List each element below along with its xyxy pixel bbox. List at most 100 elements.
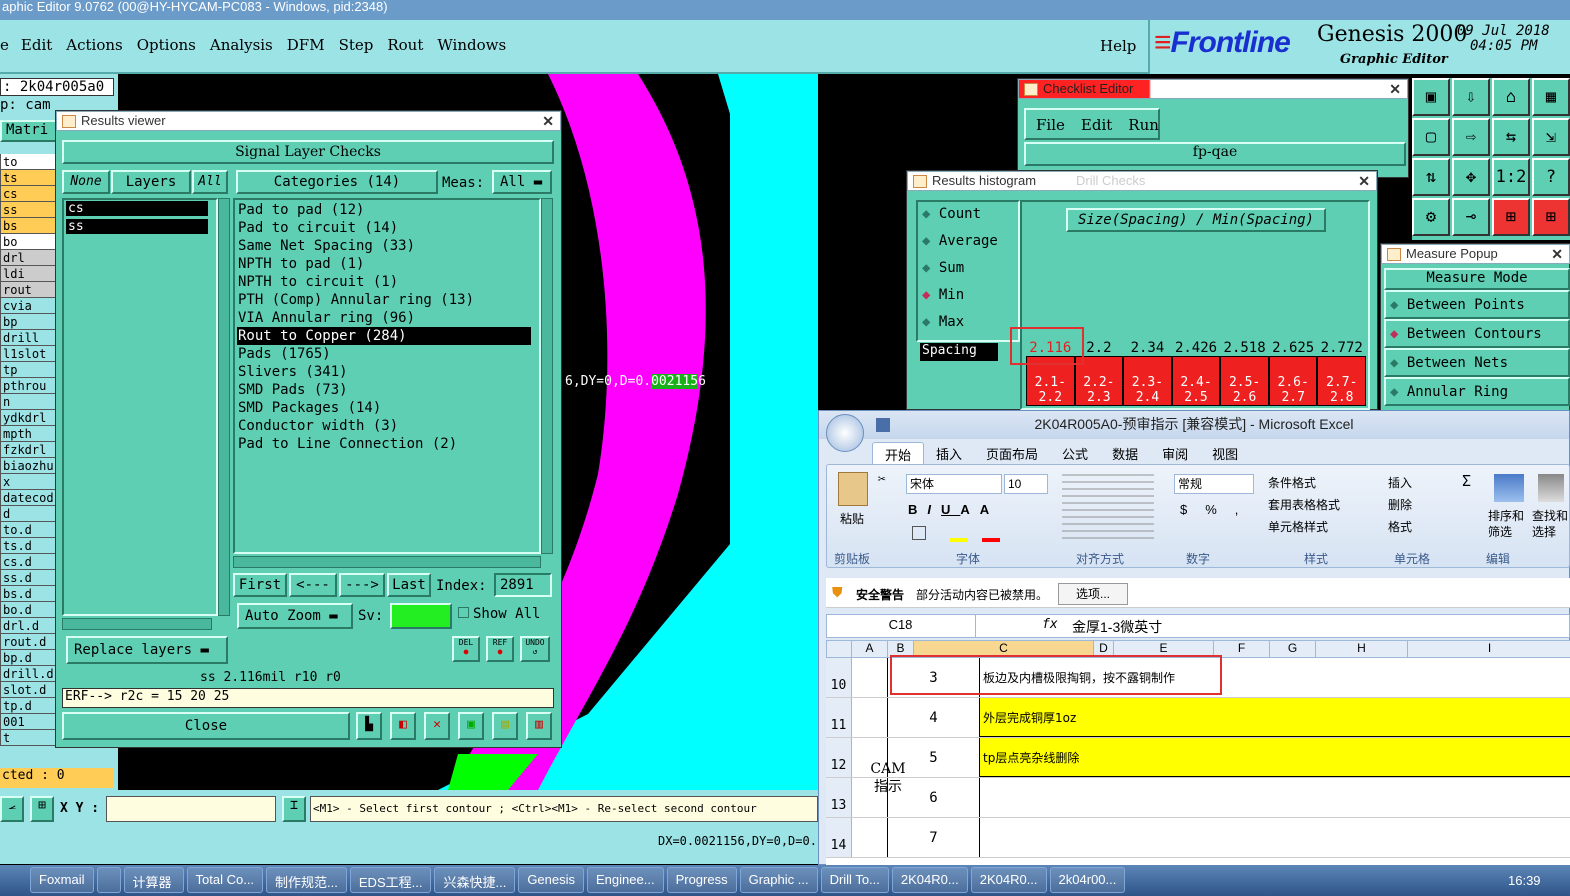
layer-item[interactable]: bs.d [0, 586, 58, 602]
tool-icon-1[interactable]: ▙ [356, 712, 382, 740]
histogram-option[interactable]: ◆ Count [922, 206, 998, 233]
grow-font-button[interactable]: A [960, 502, 979, 517]
layer-item[interactable]: cs [0, 186, 58, 202]
rv-layer-item[interactable]: cs [66, 201, 208, 216]
row-header[interactable]: 14 [826, 818, 852, 857]
close-icon[interactable]: ✕ [542, 112, 554, 130]
sort-icon[interactable] [1494, 474, 1524, 502]
tool-icon-3[interactable]: ✕ [424, 712, 450, 740]
menu-item[interactable]: Options [137, 36, 196, 54]
fill-color-icon[interactable] [950, 538, 968, 542]
layer-item[interactable]: rout.d [0, 634, 58, 650]
rv-category-item[interactable]: Pad to circuit (14) [237, 219, 531, 237]
rv-category-hscroll[interactable] [233, 556, 541, 568]
histogram-field[interactable]: Spacing [920, 343, 998, 361]
close-button[interactable]: Close [62, 712, 350, 740]
rv-category-item[interactable]: Pad to Line Connection (2) [237, 435, 531, 453]
layer-item[interactable]: cs.d [0, 554, 58, 570]
layer-item[interactable]: fzkdrl [0, 442, 58, 458]
layer-item[interactable]: to.d [0, 522, 58, 538]
underline-button[interactable]: U [941, 502, 960, 517]
close-icon[interactable]: ✕ [1389, 80, 1401, 98]
rv-category-item[interactable]: SMD Pads (73) [237, 381, 531, 399]
ribbon-tab[interactable]: 页面布局 [974, 442, 1050, 466]
rv-category-item[interactable]: NPTH to pad (1) [237, 255, 531, 273]
layer-item[interactable]: tp.d [0, 698, 58, 714]
measure-option[interactable]: ◆ Between Contours [1384, 319, 1570, 348]
layer-item[interactable]: n [0, 394, 58, 410]
tool-icon-4[interactable]: ▣ [458, 712, 484, 740]
rv-category-item[interactable]: NPTH to circuit (1) [237, 273, 531, 291]
style-command[interactable]: 套用表格格式 [1268, 494, 1340, 516]
column-header[interactable]: H [1316, 640, 1408, 658]
taskbar-item[interactable]: EDS工程... [349, 867, 432, 893]
layer-item[interactable]: ts [0, 170, 58, 186]
tool-button-icon[interactable]: ▣ [1412, 78, 1450, 116]
bold-button[interactable]: B [908, 502, 927, 517]
layer-item[interactable]: d [0, 506, 58, 522]
taskbar-item[interactable] [96, 867, 121, 893]
ref-button[interactable]: REF ● [486, 636, 514, 662]
cell-c[interactable]: 外层完成铜厚1oz [980, 698, 1570, 737]
office-button[interactable] [826, 414, 864, 452]
column-header[interactable]: G [1270, 640, 1316, 658]
histogram-bar[interactable]: 2.7- 2.8 [1317, 356, 1367, 406]
checklist-menu-item[interactable]: Edit [1081, 116, 1112, 134]
cell-c[interactable] [980, 778, 1570, 817]
paste-label[interactable]: 粘贴 [840, 510, 864, 527]
cells-command[interactable]: 插入 [1388, 472, 1412, 494]
rv-category-item[interactable]: Slivers (341) [237, 363, 531, 381]
first-button[interactable]: First [233, 573, 287, 597]
menu-help[interactable]: Help [1100, 37, 1136, 55]
taskbar-item[interactable]: 制作规范... [266, 867, 347, 893]
taskbar-item[interactable]: 2k04r00... [1049, 867, 1126, 893]
layer-item[interactable]: x [0, 474, 58, 490]
layer-item[interactable]: rout [0, 282, 58, 298]
cell-b[interactable]: 4 [888, 698, 980, 737]
histogram-bar[interactable]: 2.6- 2.7 [1268, 356, 1318, 406]
rv-category-item[interactable]: PTH (Comp) Annular ring (13) [237, 291, 531, 309]
italic-button[interactable]: I [927, 502, 941, 517]
style-command[interactable]: 条件格式 [1268, 472, 1340, 494]
layer-item[interactable]: cvia [0, 298, 58, 314]
layer-item[interactable]: to [0, 154, 58, 170]
quick-save-icon[interactable] [876, 418, 890, 432]
layer-item[interactable]: 001 [0, 714, 58, 730]
sort-label[interactable]: 排序和筛选 [1488, 508, 1530, 540]
ribbon-tab[interactable]: 开始 [872, 442, 925, 466]
cells-command[interactable]: 格式 [1388, 516, 1412, 538]
categories-button[interactable]: Categories (14) [236, 170, 438, 194]
taskbar-item[interactable]: 计算器 [123, 867, 184, 893]
layer-item[interactable]: drl.d [0, 618, 58, 634]
ribbon-tab[interactable]: 审阅 [1150, 442, 1200, 466]
taskbar-item[interactable]: Enginee... [587, 867, 664, 893]
none-button[interactable]: None [62, 170, 110, 194]
tool-button-icon[interactable]: 1:2 [1492, 158, 1530, 196]
rv-category-item[interactable]: Conductor width (3) [237, 417, 531, 435]
prev-button[interactable]: <--- [289, 573, 337, 597]
matrix-button[interactable]: Matri [0, 120, 58, 142]
layer-item[interactable]: slot.d [0, 682, 58, 698]
tool-button-icon[interactable]: ⇲ [1532, 118, 1570, 156]
taskbar-item[interactable]: Drill To... [820, 867, 889, 893]
border-icon[interactable] [912, 526, 926, 540]
rv-category-item[interactable]: Same Net Spacing (33) [237, 237, 531, 255]
cell-a[interactable] [852, 818, 888, 857]
row-header[interactable]: 11 [826, 698, 852, 737]
tool-button-icon[interactable]: ? [1532, 158, 1570, 196]
histogram-bar[interactable]: 2.5- 2.6 [1220, 356, 1269, 406]
measure-option[interactable]: ◆ Between Nets [1384, 348, 1570, 377]
menu-item[interactable]: Step [339, 36, 374, 54]
layer-item[interactable]: drill.d [0, 666, 58, 682]
layer-item[interactable]: bs [0, 218, 58, 234]
ribbon-tab[interactable]: 插入 [924, 442, 974, 466]
histogram-option[interactable]: ◆ Max [922, 314, 998, 341]
autosum-icon[interactable]: Σ [1462, 472, 1471, 490]
layer-item[interactable]: biaozhu [0, 458, 58, 474]
cell-c[interactable]: tp层点亮杂线删除 [980, 738, 1570, 777]
auto-zoom-select[interactable]: Auto Zoom ▬ [237, 603, 353, 629]
column-header[interactable]: I [1408, 640, 1570, 658]
cell-c[interactable] [980, 818, 1570, 857]
cells-command[interactable]: 删除 [1388, 494, 1412, 516]
row-header[interactable]: 12 [826, 738, 852, 777]
